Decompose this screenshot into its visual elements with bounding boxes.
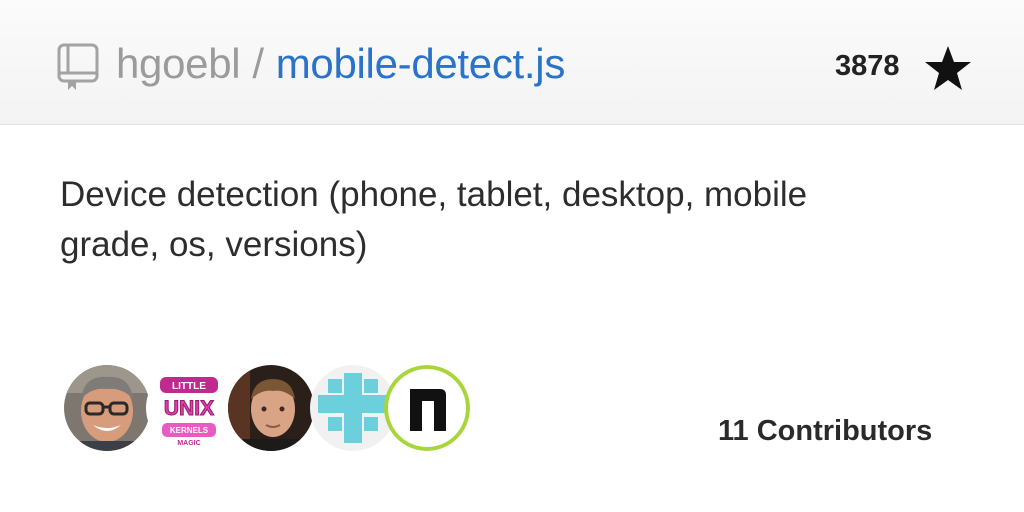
contributor-avatar[interactable]: [228, 365, 314, 451]
contributor-avatar[interactable]: [64, 365, 150, 451]
avatar-magic-text: MAGIC: [177, 440, 200, 447]
repo-title-separator: /: [252, 40, 264, 87]
avatar-unix-text: UNIX: [164, 397, 214, 420]
avatar-kernels-text: KERNELS: [170, 426, 209, 435]
repo-name-link[interactable]: mobile-detect.js: [276, 40, 566, 87]
repo-owner-link[interactable]: hgoebl: [116, 40, 241, 87]
contributor-avatar[interactable]: LITTLE UNIX KERNELS MAGIC: [146, 365, 232, 451]
repo-description: Device detection (phone, tablet, desktop…: [60, 175, 808, 264]
contributor-avatar[interactable]: [384, 365, 470, 451]
repo-header: hgoebl / mobile-detect.js 3878: [0, 0, 1024, 125]
contributors-count[interactable]: 11 Contributors: [718, 413, 932, 449]
star-icon[interactable]: [924, 45, 972, 91]
repo-title: hgoebl / mobile-detect.js: [116, 38, 565, 90]
star-count: 3878: [835, 50, 900, 82]
avatar-little-text: LITTLE: [172, 381, 206, 392]
repo-icon: [57, 43, 99, 91]
